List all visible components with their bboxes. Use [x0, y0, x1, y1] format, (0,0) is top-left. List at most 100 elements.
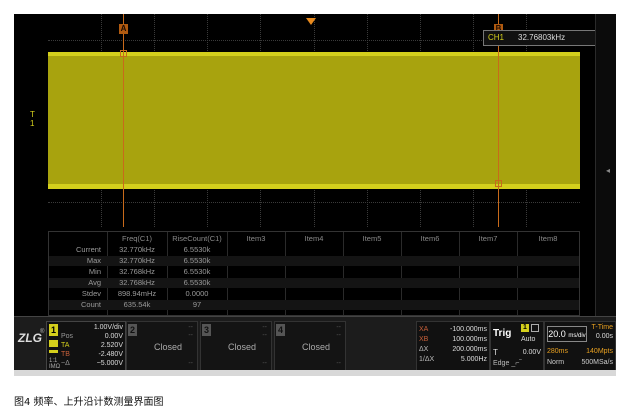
t-time-label: T-Time	[591, 324, 613, 331]
rise-cell: 6.5530k	[183, 267, 211, 276]
cursor-x-value: 5.000Hz	[460, 356, 487, 363]
col-header[interactable]: Item4	[285, 234, 343, 244]
ch1-ta-label: TA	[61, 342, 70, 349]
freq-cell: 32.770kHz	[119, 245, 155, 254]
sample-rate: 500MSa/s	[581, 359, 613, 366]
waveform-plot[interactable]: A B CH1 32.76803kHz	[48, 14, 600, 227]
col-header[interactable]: Item5	[343, 234, 401, 244]
trigger-t-label: T	[493, 348, 498, 357]
cursor-x-value: -100.000ms	[450, 326, 487, 333]
readout-channel: CH1	[488, 33, 505, 42]
ch1-delta-row: ~Δ ~5.000V	[61, 360, 123, 368]
freq-cell: 32.768kHz	[119, 267, 155, 276]
ch1-panel[interactable]: 1 1:1 IMΩ 1.00V/div Pos 0.00V TA 2.520V TB…	[46, 321, 126, 370]
row-label: Avg	[88, 278, 101, 287]
ch1-waveform-high	[48, 52, 580, 56]
ch1-scale-row: 1.00V/div	[61, 324, 123, 332]
acquire-mode[interactable]: Norm	[547, 359, 564, 366]
trigger-panel[interactable]: Trig 1 Auto T 0.00V Edge _⌐‾	[490, 321, 544, 370]
table-header-row: Freq(C1) RiseCount(C1) Item3 Item4 Item5…	[49, 234, 579, 244]
ch3-panel[interactable]: 3 -- -- Closed --	[200, 321, 272, 370]
col-header[interactable]: RiseCount(C1)	[167, 234, 227, 244]
table-row: Max 32.770kHz 6.5530k	[49, 256, 579, 266]
ch3-dash: --	[262, 332, 267, 339]
control-bar: ZLG ® 1 1:1 IMΩ 1.00V/div Pos 0.00V TA 2.5…	[14, 316, 616, 370]
col-header[interactable]: Freq(C1)	[107, 234, 167, 244]
ch2-status: Closed	[153, 342, 182, 352]
row-label: Min	[88, 267, 101, 276]
ch1-marker-num: 1	[30, 119, 35, 128]
memory-row: 280ms 140Mpts	[547, 348, 613, 355]
ch2-number[interactable]: 2	[128, 324, 137, 336]
ch1-ta-value: 2.520V	[100, 342, 123, 349]
ch4-dash: --	[336, 360, 341, 367]
ch4-number[interactable]: 4	[276, 324, 285, 336]
timebase-scale[interactable]: 20.0 ms/div	[547, 326, 587, 342]
oscilloscope-screen: A B CH1 32.76803kHz T 1 ◂ Freq(C1) RiseCo…	[14, 14, 616, 370]
trigger-type[interactable]: Edge _⌐‾	[493, 360, 522, 367]
ch2-panel[interactable]: 2 -- -- Closed --	[126, 321, 198, 370]
cursor-a-marker	[120, 50, 127, 57]
cursor-x-row: ΔX 200.000ms	[419, 346, 487, 354]
ch1-level-marker[interactable]: T 1	[30, 110, 35, 128]
grid-line	[48, 202, 580, 203]
row-label: Stdev	[81, 289, 101, 298]
cursor-x-label: XB	[419, 336, 429, 343]
timebase-unit: ms/div	[568, 333, 586, 339]
memory-depth: 140Mpts	[586, 348, 613, 355]
ch1-pos-value: 0.00V	[104, 333, 123, 340]
rise-cell: 6.5530k	[183, 256, 211, 265]
cursor-a-line[interactable]	[123, 14, 124, 227]
chevron-left-icon[interactable]: ◂	[606, 166, 610, 175]
ch4-status: Closed	[301, 342, 330, 352]
ch1-delta-label: ~Δ	[61, 360, 70, 367]
col-header[interactable]: Item8	[517, 234, 579, 244]
table-row: Count 635.54k 97	[49, 300, 579, 310]
screen-frame	[14, 370, 616, 376]
trigger-menu-icon[interactable]	[531, 324, 539, 332]
freq-cell: 898.94mHz	[117, 289, 157, 298]
side-panel-toggle[interactable]: ◂	[595, 14, 616, 316]
trigger-level: 0.00V	[522, 349, 541, 356]
cursor-x-value: 200.000ms	[452, 346, 487, 353]
row-label: Current	[75, 245, 101, 254]
cursor-x-row: 1/ΔX 5.000Hz	[419, 356, 487, 364]
row-label: Count	[80, 300, 101, 309]
freq-cell: 635.54k	[123, 300, 151, 309]
rise-cell: 6.5530k	[183, 278, 211, 287]
table-row: Stdev 898.94mHz 0.0000	[49, 289, 579, 299]
memory-time: 280ms	[547, 348, 569, 355]
ch4-dash: --	[336, 332, 341, 339]
figure-caption: 图4 频率、上升沿计数测量界面图	[14, 397, 164, 408]
acquire-row: Norm 500MSa/s	[547, 359, 613, 366]
trigger-label: Trig	[493, 328, 512, 339]
col-header[interactable]: Item7	[459, 234, 517, 244]
cursor-a-tag[interactable]: A	[119, 24, 128, 34]
cursor-x-label: 1/ΔX	[419, 356, 435, 363]
ch4-panel[interactable]: 4 -- -- Closed --	[274, 321, 346, 370]
ch1-delta-value: ~5.000V	[96, 360, 123, 367]
cursor-b-marker	[495, 180, 502, 187]
cursor-x-panel[interactable]: XA -100.000ms XB 100.000ms ΔX 200.000ms 1/Δ…	[416, 321, 490, 370]
timebase-panel[interactable]: 20.0 ms/div T-Time 0.00s 280ms 140Mpts No…	[544, 321, 616, 370]
trigger-position-icon[interactable]	[306, 18, 316, 25]
ch3-number[interactable]: 3	[202, 324, 211, 336]
ch1-tb-row: TB -2.480V	[61, 351, 123, 359]
col-header[interactable]: Item6	[401, 234, 459, 244]
trigger-source[interactable]: 1	[521, 324, 529, 332]
ch3-dash: --	[262, 360, 267, 367]
row-label: Max	[86, 256, 101, 265]
ch1-tb-label: TB	[61, 351, 70, 358]
ch1-number[interactable]: 1	[49, 324, 58, 336]
registered-mark: ®	[40, 329, 45, 335]
trigger-type-label: Edge	[493, 360, 510, 367]
t-time-value: 0.00s	[595, 333, 613, 340]
ch2-dash: --	[188, 324, 193, 331]
trigger-mode[interactable]: Auto	[521, 336, 535, 343]
col-header[interactable]: Item3	[227, 234, 285, 244]
ch4-dash: --	[336, 324, 341, 331]
ch3-status: Closed	[227, 342, 256, 352]
cursor-x-label: ΔX	[419, 346, 429, 353]
freq-cell: 32.768kHz	[119, 278, 155, 287]
timebase-value: 20.0	[548, 329, 566, 339]
